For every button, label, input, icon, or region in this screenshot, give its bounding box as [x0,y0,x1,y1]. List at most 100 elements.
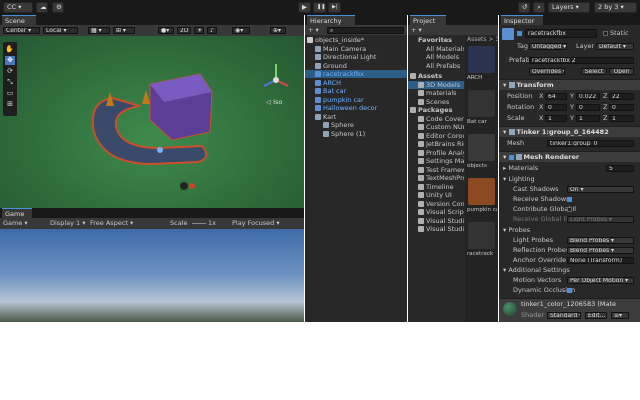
hierarchy-item[interactable]: racetrackfbx [305,70,407,78]
create-asset-button[interactable]: + ▾ [411,26,422,34]
hierarchy-item[interactable]: Ground [305,62,407,70]
project-tree-item[interactable]: Favorites [408,36,464,44]
project-tree-item[interactable]: Assets [408,72,464,80]
layers-dropdown[interactable]: Layers ▾ [548,2,590,13]
cloud-icon[interactable]: ☁ [36,2,48,13]
scl-z-field[interactable]: 1 [609,115,634,122]
asset-thumbnail[interactable] [468,178,495,205]
history-icon[interactable]: ↺ [518,2,530,13]
projection-label[interactable]: ◁ Iso [266,98,282,106]
tag-dropdown[interactable]: Untagged ▾ [529,43,567,50]
layer-dropdown[interactable]: Default ▾ [596,43,634,50]
aspect-dropdown[interactable]: Free Aspect ▾ [90,219,133,227]
game-viewport[interactable] [0,229,304,322]
project-tree-item[interactable]: Visual Studio [408,225,464,233]
project-tree-item[interactable]: Packages [408,106,464,114]
meshrenderer-header[interactable]: ▾ Mesh Renderer [499,151,640,162]
hierarchy-item[interactable]: Directional Light [305,53,407,61]
play-button[interactable]: ▶ [298,2,311,13]
anchor-override-field[interactable]: None (Transform) [567,257,634,264]
meshfilter-header[interactable]: ▾ Tinker 1:group_0_164482 [499,126,640,137]
settings-icon[interactable]: ⚙ [52,2,64,13]
tab-inspector[interactable]: Inspector [501,15,543,25]
asset-thumbnail[interactable] [468,90,495,117]
rot-z-field[interactable]: 0 [609,104,634,111]
transform-tool-icon[interactable]: ⊞ [5,100,15,109]
receive-gi-dropdown[interactable]: Light Probes ▾ [567,216,634,223]
project-tree-item[interactable]: JetBrains Rider [408,140,464,148]
transform-header[interactable]: ▾ Transform [499,79,640,90]
game-view-dropdown[interactable]: Game ▾ [3,219,28,227]
pos-z-field[interactable]: 22 [609,93,634,100]
project-tree-item[interactable]: Editor Coroutines [408,132,464,140]
mode-2d-button[interactable]: 2D [177,27,191,34]
material-options-button[interactable]: ≡▾ [611,312,629,319]
reflection-probes-dropdown[interactable]: Blend Probes ▾ [567,247,634,254]
project-tree-item[interactable]: All Materials [408,45,464,53]
pos-x-field[interactable]: 64 [545,93,567,100]
tab-scene[interactable]: Scene [2,15,36,25]
rot-y-field[interactable]: 0 [576,104,600,111]
prefab-field[interactable]: racetrackfbx 2 [529,57,634,64]
meshrenderer-enabled-checkbox[interactable] [508,154,514,160]
camera-dropdown[interactable]: ◉▾ [232,27,250,34]
move-tool-icon[interactable]: ✥ [5,56,15,65]
project-tree-item[interactable]: Settings Manager [408,157,464,165]
project-tree-item[interactable]: materials [408,89,464,97]
project-tree-item[interactable]: Scenes [408,98,464,106]
layout-dropdown[interactable]: 2 by 3 ▾ [594,2,637,13]
project-tree-item[interactable]: Visual Scripting [408,208,464,216]
display-dropdown[interactable]: Display 1 ▾ [50,219,86,227]
lighting-section[interactable]: ▾ Lighting [503,175,535,183]
scale-tool-icon[interactable]: ⤡ [5,78,15,87]
materials-count-field[interactable]: 5 [606,165,634,172]
motion-vectors-dropdown[interactable]: Per Object Motion ▾ [567,277,634,284]
audio-toggle-icon[interactable]: ♪ [207,27,217,34]
hierarchy-item[interactable]: ARCH [305,79,407,87]
project-tree-item[interactable]: Unity UI [408,191,464,199]
scl-x-field[interactable]: 1 [545,115,567,122]
edit-shader-button[interactable]: Edit... [585,312,607,319]
hierarchy-item[interactable]: Bat car [305,87,407,95]
additional-section[interactable]: ▾ Additional Settings [503,266,570,274]
overrides-dropdown[interactable]: Overrides ▾ [529,68,565,75]
project-tree-item[interactable]: Code Coverage [408,115,464,123]
scale-slider[interactable] [192,223,206,224]
hierarchy-item[interactable]: pumpkin car [305,96,407,104]
project-tree-item[interactable]: All Models [408,53,464,61]
static-toggle[interactable]: Static [603,29,629,37]
project-tree-item[interactable]: TextMeshPro [408,174,464,182]
tab-project[interactable]: Project [410,15,446,25]
pivot-local-dropdown[interactable]: Local ▾ [43,27,78,34]
scene-viewport[interactable]: ◁ Iso ✋ ✥ ⟳ ⤡ ▭ ⊞ [0,36,304,208]
shading-dropdown[interactable]: ●▾ [158,27,174,34]
dynamic-occlusion-checkbox[interactable] [567,288,572,293]
rotate-tool-icon[interactable]: ⟳ [5,67,15,76]
hand-tool-icon[interactable]: ✋ [5,45,15,54]
asset-thumbnail[interactable] [468,46,495,73]
project-tree-item[interactable]: All Prefabs [408,62,464,70]
hierarchy-item[interactable]: objects_inside* [305,36,407,44]
asset-thumbnail[interactable] [468,134,495,161]
grid-dropdown[interactable]: ▦ ▾ [88,27,110,34]
tab-game[interactable]: Game [2,208,32,218]
pos-y-field[interactable]: 0.022 [576,93,600,100]
scl-y-field[interactable]: 1 [576,115,600,122]
pause-button[interactable]: ❚❚ [313,2,326,13]
object-name-field[interactable]: racetrackfbx [525,29,597,38]
project-tree-item[interactable]: Test Framework [408,166,464,174]
static-checkbox[interactable] [603,30,608,36]
rot-x-field[interactable]: 0 [545,104,567,111]
hierarchy-item[interactable]: Kart [305,113,407,121]
mesh-field[interactable]: tinker1:group_0_ [547,140,634,147]
hierarchy-item[interactable]: Sphere [305,121,407,129]
hierarchy-item[interactable]: Main Camera [305,45,407,53]
project-tree-item[interactable]: 3D Models [408,80,464,89]
light-probes-dropdown[interactable]: Blend Probes ▾ [567,237,634,244]
project-tree-item[interactable]: Visual Studio [408,217,464,225]
asset-thumbnail[interactable] [468,222,495,249]
select-button[interactable]: Select [581,68,607,75]
pivot-center-dropdown[interactable]: Center ▾ [3,27,40,34]
contribute-gi-checkbox[interactable] [567,207,572,212]
shader-dropdown[interactable]: Standard ▾ [547,312,581,319]
